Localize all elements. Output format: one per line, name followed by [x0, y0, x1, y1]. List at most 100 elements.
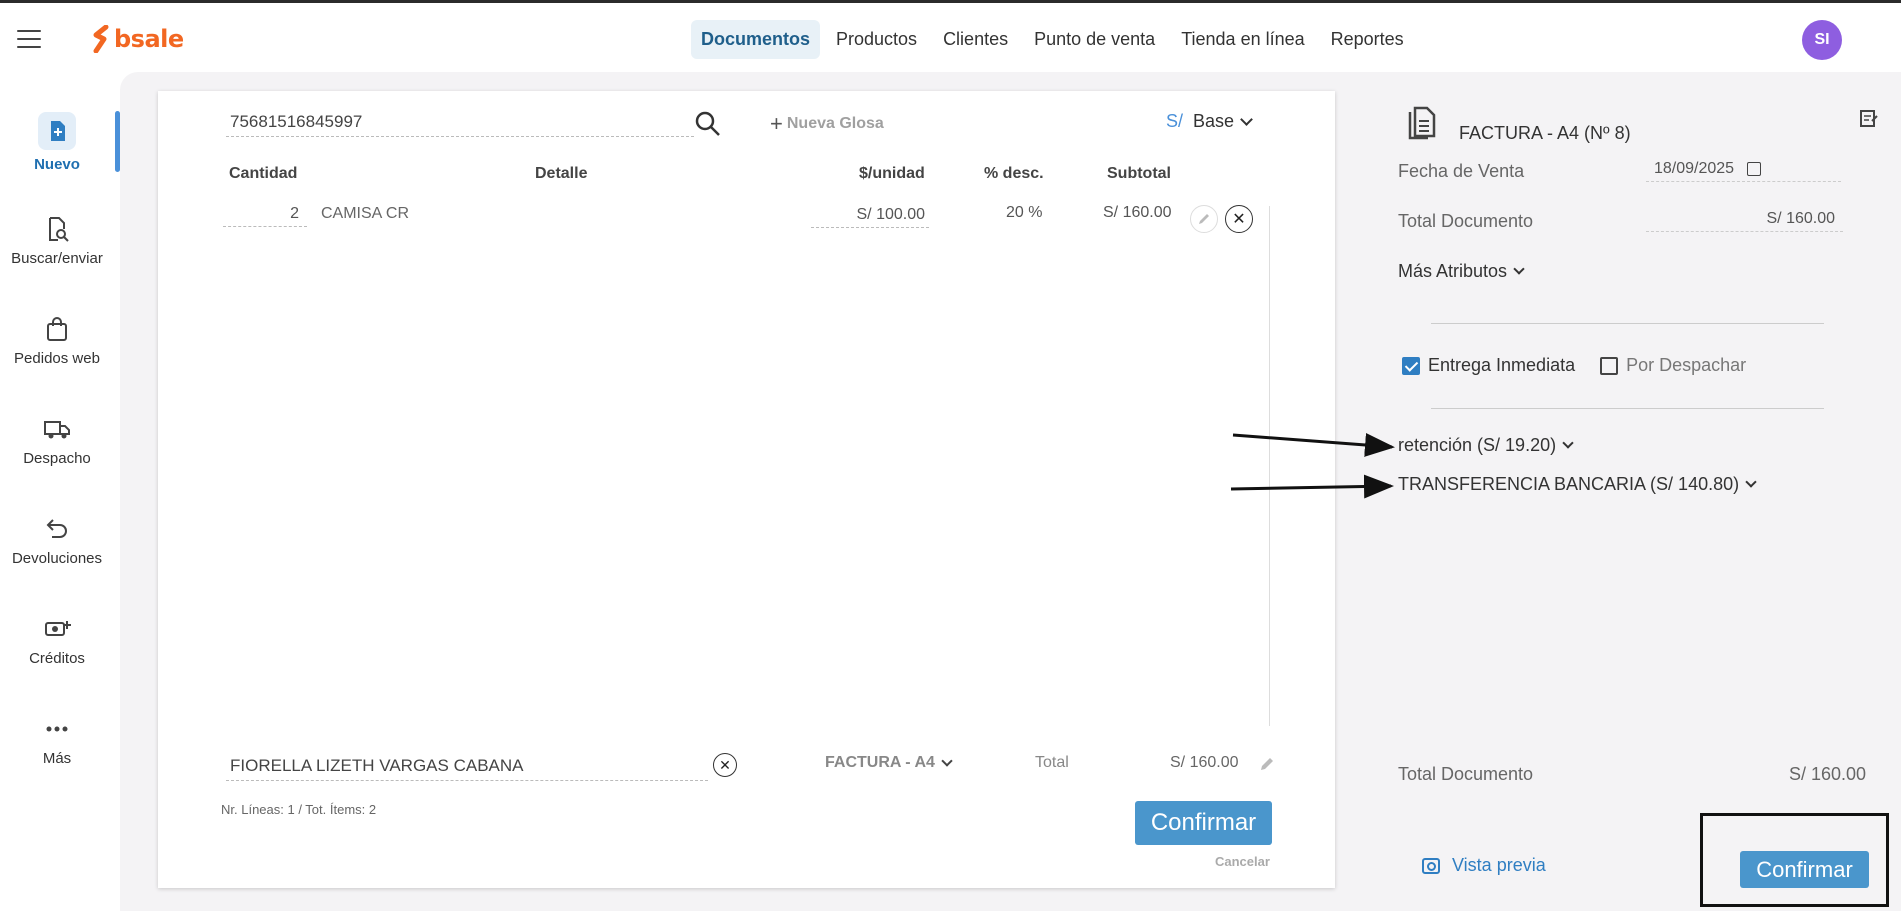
sidebar-item-devoluciones[interactable]: Devoluciones [0, 514, 114, 567]
fecha-venta-value: 18/09/2025 [1654, 160, 1735, 177]
shopping-bag-icon [47, 317, 67, 341]
chevron-down-icon [1240, 112, 1253, 126]
sidebar-item-label: Despacho [23, 450, 91, 467]
document-title: FACTURA - A4 (Nº 8) [1459, 123, 1631, 143]
scroll-divider [1269, 206, 1270, 726]
confirm-button[interactable]: Confirmar [1135, 801, 1272, 845]
total-value: S/ 160.00 [1170, 754, 1239, 771]
sidebar-item-nuevo[interactable]: Nuevo [0, 112, 114, 173]
bottom-total-label: Total Documento [1398, 764, 1534, 784]
line-discount[interactable]: 20 % [1006, 204, 1042, 222]
divider [1431, 408, 1824, 409]
sidebar-item-mas[interactable]: Más [0, 714, 114, 767]
col-detalle: Detalle [535, 165, 588, 182]
por-despachar-checkbox[interactable] [1600, 356, 1619, 375]
sidebar-item-label: Devoluciones [11, 550, 103, 567]
clear-client-button[interactable]: ✕ [713, 753, 737, 777]
col-subtotal: Subtotal [1107, 165, 1171, 182]
nueva-glosa-label: Nueva Glosa [786, 115, 884, 132]
fecha-venta-label: Fecha de Venta [1398, 161, 1525, 181]
client-input[interactable] [226, 752, 708, 781]
close-icon: ✕ [719, 756, 731, 773]
currency-symbol: S/ [1166, 111, 1184, 131]
currency-selector[interactable]: S/ Base [1166, 111, 1253, 132]
line-counts: Nr. Líneas: 1 / Tot. Ítems: 2 [221, 802, 377, 817]
user-avatar[interactable]: SI [1802, 20, 1842, 60]
fecha-venta-field[interactable]: 18/09/2025 [1646, 158, 1841, 182]
nav-clientes[interactable]: Clientes [933, 20, 1018, 59]
col-unidad: $/unidad [859, 165, 925, 182]
payment-retencion[interactable]: retención (S/ 19.20) [1398, 435, 1574, 456]
sidebar-item-label: Buscar/enviar [11, 250, 103, 267]
cancel-link[interactable]: Cancelar [1215, 854, 1270, 869]
nav-productos[interactable]: Productos [826, 20, 927, 59]
col-cantidad: Cantidad [229, 165, 298, 182]
nav-punto-de-venta[interactable]: Punto de venta [1024, 20, 1165, 59]
sidebar-item-label: Más [42, 750, 72, 767]
currency-mode: Base [1193, 111, 1235, 131]
total-label: Total [1035, 754, 1069, 771]
calendar-icon [1746, 161, 1761, 176]
sidebar-item-pedidos-web[interactable]: Pedidos web [0, 314, 114, 367]
document-icon [1408, 106, 1436, 140]
payment-label: retención (S/ 19.20) [1398, 435, 1557, 455]
close-icon: ✕ [1232, 211, 1246, 228]
delivery-options: Entrega Inmediata Por Despachar [1402, 355, 1746, 376]
sidebar-item-label: Créditos [29, 650, 85, 667]
pencil-icon[interactable] [1258, 755, 1276, 773]
mas-atributos-toggle[interactable]: Más Atributos [1398, 261, 1525, 282]
pencil-icon [1199, 214, 1209, 224]
sidebar: Nuevo Buscar/enviar Pedidos web Despacho… [0, 69, 114, 911]
document-type-label: FACTURA - A4 [825, 754, 935, 771]
summary-panel: FACTURA - A4 (Nº 8) Fecha de Venta 18/09… [1370, 91, 1901, 911]
sidebar-item-label: Pedidos web [14, 350, 100, 367]
chevron-down-icon [1562, 437, 1574, 449]
total-documento-field[interactable]: S/ 160.00 [1646, 208, 1843, 232]
edit-notes-icon[interactable] [1858, 107, 1880, 129]
vista-previa-link[interactable]: Vista previa [1422, 855, 1546, 876]
top-bar: bsale Documentos Productos Clientes Punt… [0, 3, 1901, 69]
nav-documentos[interactable]: Documentos [691, 20, 821, 59]
truck-icon [44, 421, 70, 439]
return-arrow-icon [46, 519, 67, 538]
sidebar-item-buscar-enviar[interactable]: Buscar/enviar [0, 214, 114, 267]
product-code-input[interactable] [226, 108, 694, 137]
nav-tienda-en-linea[interactable]: Tienda en línea [1171, 20, 1314, 59]
logo-text: bsale [114, 25, 184, 53]
search-icon[interactable] [693, 109, 723, 139]
nav-reportes[interactable]: Reportes [1321, 20, 1414, 59]
search-document-icon [49, 217, 69, 242]
annotation-highlight-box [1700, 813, 1889, 907]
line-price-input[interactable]: S/ 100.00 [811, 204, 929, 228]
edit-line-button[interactable] [1190, 205, 1218, 233]
main-nav: Documentos Productos Clientes Punto de v… [691, 20, 1420, 59]
plus-icon: + [770, 111, 783, 136]
line-quantity-input[interactable]: 2 [223, 203, 307, 227]
document-type-selector[interactable]: FACTURA - A4 [825, 754, 953, 772]
divider [1431, 323, 1824, 324]
remove-line-button[interactable]: ✕ [1225, 205, 1253, 233]
sidebar-item-despacho[interactable]: Despacho [0, 414, 114, 467]
more-dots-icon [46, 726, 68, 732]
sidebar-item-creditos[interactable]: Créditos [0, 614, 114, 667]
line-subtotal: S/ 160.00 [1103, 204, 1172, 221]
chevron-down-icon [1745, 476, 1757, 488]
bsale-logo[interactable]: bsale [92, 23, 184, 55]
payment-label: TRANSFERENCIA BANCARIA (S/ 140.80) [1398, 474, 1740, 494]
sidebar-item-label: Nuevo [34, 156, 80, 173]
col-desc: % desc. [984, 165, 1044, 182]
menu-hamburger-icon[interactable] [17, 30, 41, 48]
chevron-down-icon [941, 754, 953, 767]
payment-transferencia[interactable]: TRANSFERENCIA BANCARIA (S/ 140.80) [1398, 474, 1757, 495]
vista-previa-label: Vista previa [1452, 855, 1546, 875]
total-documento-label: Total Documento [1398, 211, 1534, 231]
mas-atributos-label: Más Atributos [1398, 261, 1508, 281]
entrega-inmediata-checkbox[interactable] [1402, 356, 1420, 375]
chevron-down-icon [1513, 263, 1525, 275]
nueva-glosa-button[interactable]: + Nueva Glosa [770, 111, 884, 137]
money-add-icon [45, 621, 71, 636]
document-editor: + Nueva Glosa S/ Base Cantidad Detalle $… [158, 91, 1335, 888]
bottom-total-value: S/ 160.00 [1789, 764, 1867, 784]
por-despachar-label: Por Despachar [1626, 355, 1747, 375]
preview-icon [1422, 857, 1440, 874]
